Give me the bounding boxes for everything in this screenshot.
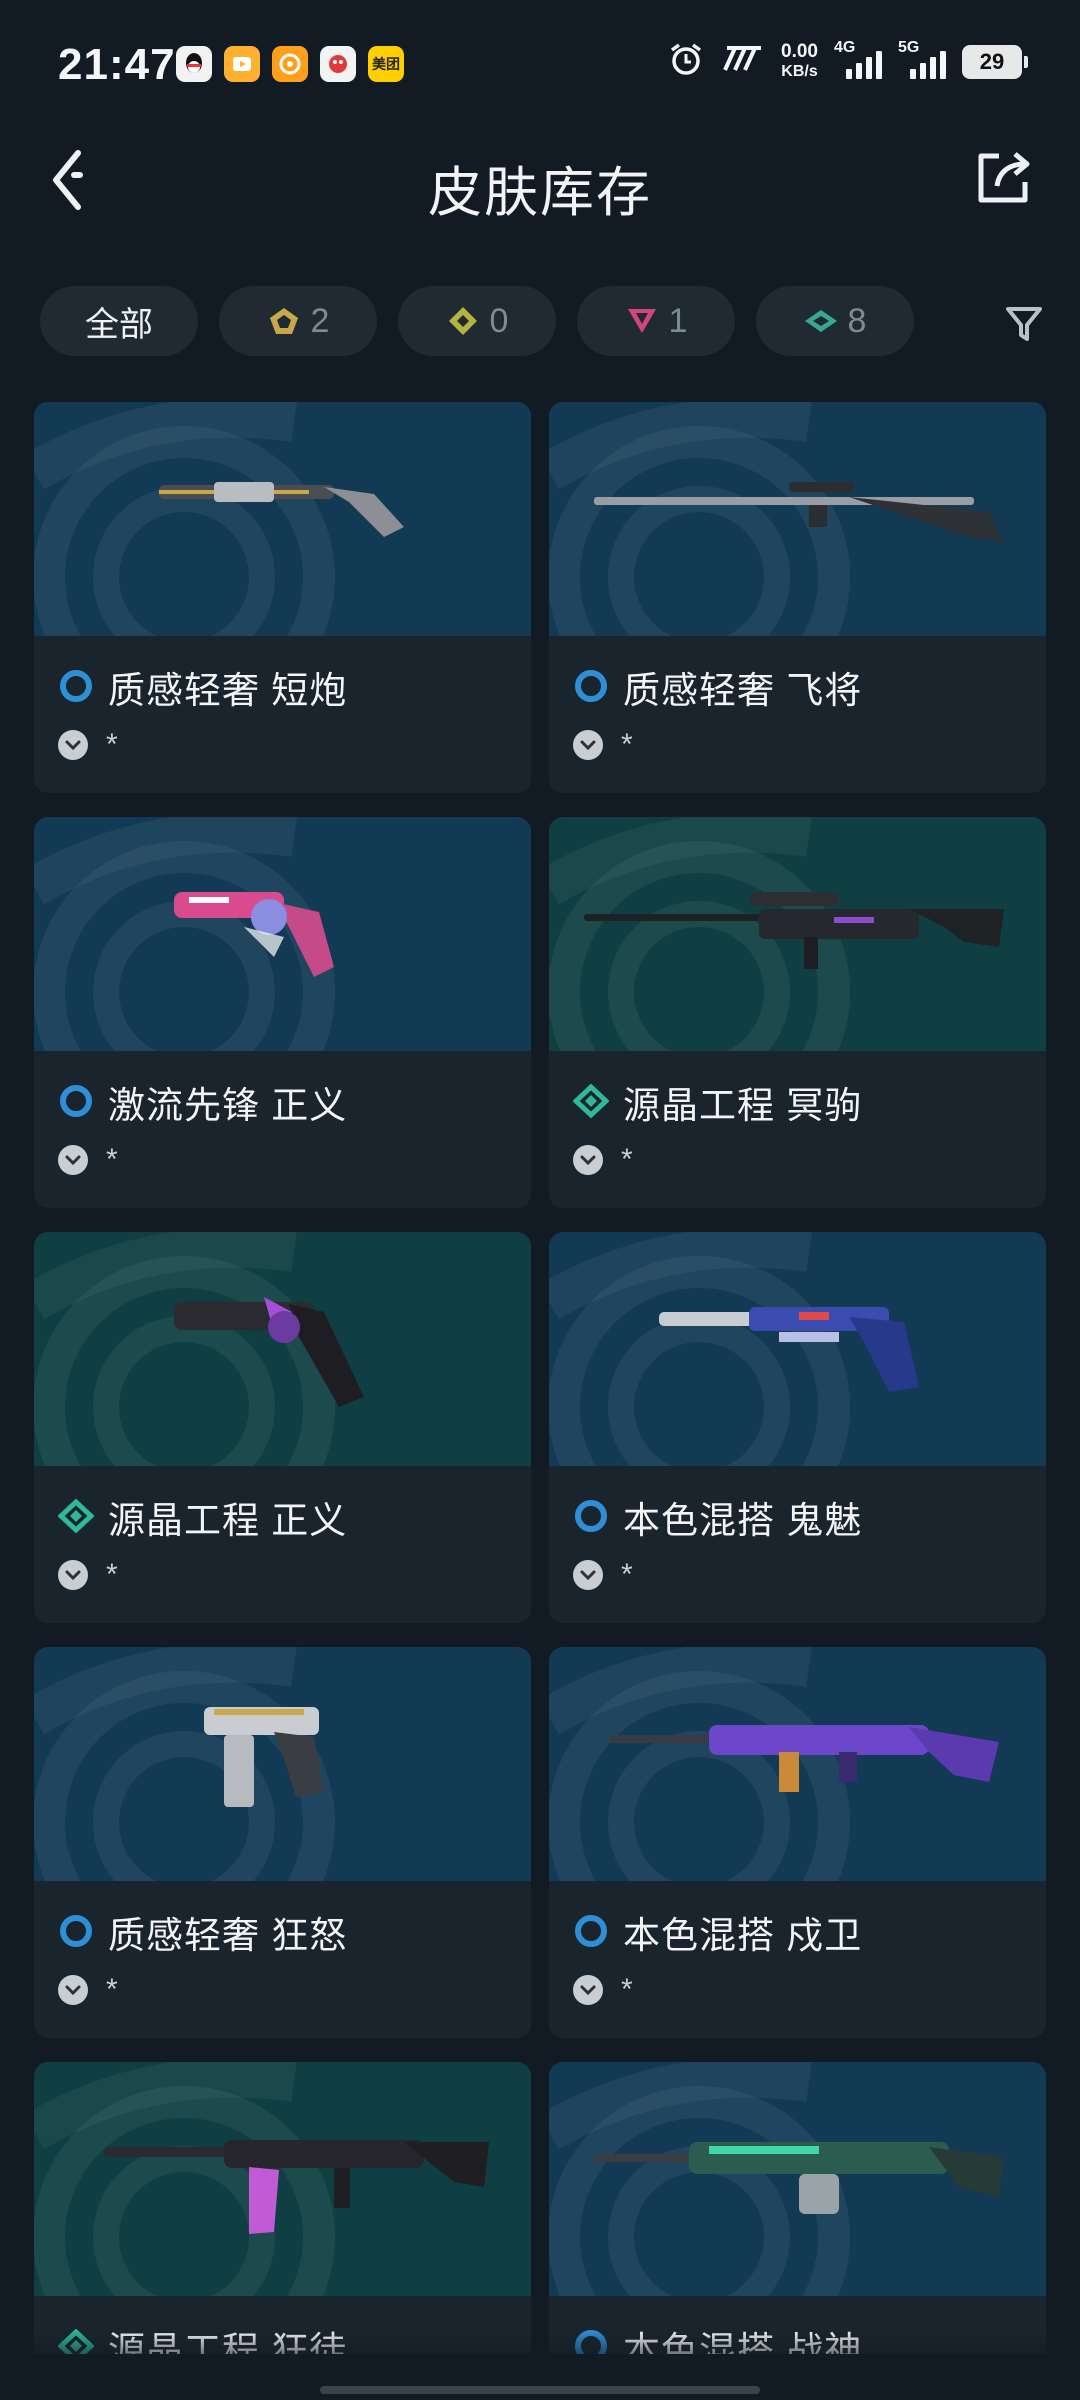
page-title: 皮肤库存 [428, 163, 652, 223]
skin-name: 激流先锋 正义 [108, 1085, 348, 1126]
skin-name: 质感轻奢 狂怒 [108, 1915, 348, 1956]
skin-level-text: * [621, 1143, 633, 1176]
filter-chip-all[interactable]: 全部 [40, 286, 198, 356]
skin-card[interactable]: 源晶工程 狂徒* [34, 2062, 531, 2354]
skin-name: 源晶工程 正义 [108, 1500, 348, 1541]
skin-artwork [34, 1647, 531, 1881]
filter-button[interactable] [996, 296, 1052, 352]
revolver-dark-weapon-image [174, 1297, 364, 1407]
sniper-weapon-image [594, 482, 1004, 542]
skin-card[interactable]: 本色混搭 戍卫 * [549, 1647, 1046, 2038]
skin-card[interactable]: 质感轻奢 狂怒 * [34, 1647, 531, 2038]
qq-icon [176, 46, 212, 82]
skin-info: 源晶工程 正义 * [34, 1466, 531, 1623]
signal-4g-icon: 4G [834, 39, 882, 79]
skin-artwork [549, 1232, 1046, 1466]
meituan-icon: 美团 [368, 46, 404, 82]
skin-level-text: * [106, 1558, 118, 1591]
skin-info: 源晶工程 冥驹 * [549, 1051, 1046, 1208]
level-chevron-icon [573, 1560, 603, 1590]
level-chevron-icon [58, 1560, 88, 1590]
skin-artwork [549, 817, 1046, 1051]
deluxe-tier-icon [804, 304, 838, 338]
filter-chip-premium[interactable]: 0 [398, 286, 556, 356]
skin-artwork [34, 2062, 531, 2296]
share-icon [978, 152, 1030, 203]
skin-info: 本色混搭 鬼魅 * [549, 1466, 1046, 1623]
skin-card[interactable]: 源晶工程 冥驹 * [549, 817, 1046, 1208]
level-chevron-icon [573, 730, 603, 760]
skin-name: 质感轻奢 短炮 [108, 670, 348, 711]
skin-artwork [34, 1232, 531, 1466]
system-indicators: 0.00 KB/s 4G 5G 29 [667, 39, 1028, 83]
skin-level-text: * [106, 1973, 118, 2006]
skin-info: 激流先锋 正义 * [34, 1051, 531, 1208]
skin-info: 质感轻奢 狂怒 * [34, 1881, 531, 2038]
level-chevron-icon [58, 1975, 88, 2005]
skin-info: 质感轻奢 飞将 * [549, 636, 1046, 793]
skin-name: 本色混搭 戍卫 [623, 1915, 863, 1956]
filter-chip-exclusive[interactable]: 2 [219, 286, 377, 356]
skin-card[interactable]: 激流先锋 正义 * [34, 817, 531, 1208]
notification-icons: 美团 [176, 46, 404, 82]
skin-artwork [549, 2062, 1046, 2296]
shotgun-weapon-image [159, 482, 404, 537]
skin-level-text: * [106, 1143, 118, 1176]
signal-5g-icon: 5G [898, 39, 946, 79]
level-chevron-icon [58, 1145, 88, 1175]
game-app-icon [320, 46, 356, 82]
skin-artwork [34, 402, 531, 636]
skin-card[interactable]: 源晶工程 正义 * [34, 1232, 531, 1623]
skin-level-text: * [621, 1973, 633, 2006]
status-time: 21:47 [58, 40, 176, 89]
skin-artwork [549, 1647, 1046, 1881]
skin-level-text: * [621, 728, 633, 761]
skin-card[interactable]: 本色混搭 鬼魅 * [549, 1232, 1046, 1623]
revolver-pink-weapon-image [174, 892, 334, 977]
app-header: 皮肤库存 [0, 130, 1080, 230]
skin-name: 质感轻奢 飞将 [623, 670, 863, 711]
filter-chip-deluxe[interactable]: 1 [577, 286, 735, 356]
skin-info: 质感轻奢 短炮 * [34, 636, 531, 793]
skin-card[interactable]: 质感轻奢 飞将 * [549, 402, 1046, 793]
skin-name: 源晶工程 冥驹 [623, 1085, 863, 1126]
vandal-weapon-image [104, 2140, 489, 2234]
tier-filter-bar: 全部 2 0 1 8 [40, 286, 1050, 356]
video-app-icon [224, 46, 260, 82]
premium-tier-icon [446, 304, 480, 338]
level-chevron-icon [58, 730, 88, 760]
battery-icon: 29 [962, 44, 1028, 79]
skin-artwork [34, 817, 531, 1051]
nfc-icon [721, 44, 765, 79]
skin-level-text: * [621, 1558, 633, 1591]
target-app-icon [272, 46, 308, 82]
level-chevron-icon [573, 1145, 603, 1175]
filter-chip-select[interactable]: 8 [756, 286, 914, 356]
status-bar: 21:47 美团 0.00 KB/s 4G 5G 29 [0, 0, 1080, 130]
home-indicator[interactable] [320, 2386, 760, 2394]
lmg-weapon-image [594, 2142, 1004, 2214]
skin-artwork [549, 402, 1046, 636]
operator-weapon-image [584, 892, 1004, 969]
ultra-tier-icon [625, 304, 659, 338]
alarm-icon [667, 40, 705, 83]
skin-level-text: * [106, 728, 118, 761]
skin-card[interactable]: 质感轻奢 短炮 * [34, 402, 531, 793]
level-chevron-icon [573, 1975, 603, 2005]
exclusive-tier-icon [267, 304, 301, 338]
skin-card[interactable]: 本色混搭 战神* [549, 2062, 1046, 2354]
funnel-icon [1006, 307, 1042, 341]
smg-silver-weapon-image [204, 1707, 324, 1807]
skin-info: 本色混搭 戍卫 * [549, 1881, 1046, 2038]
skin-name: 本色混搭 鬼魅 [623, 1500, 863, 1541]
share-button[interactable] [972, 144, 1036, 210]
skin-grid: 质感轻奢 短炮 * 质感轻奢 飞将 * 激流先锋 正义 * 源晶工程 冥驹 * 源晶工程 正义 *… [34, 402, 1046, 2354]
pistol-suppressed-weapon-image [659, 1307, 919, 1392]
network-speed: 0.00 KB/s [781, 40, 818, 80]
rifle-purple-weapon-image [609, 1725, 999, 1792]
